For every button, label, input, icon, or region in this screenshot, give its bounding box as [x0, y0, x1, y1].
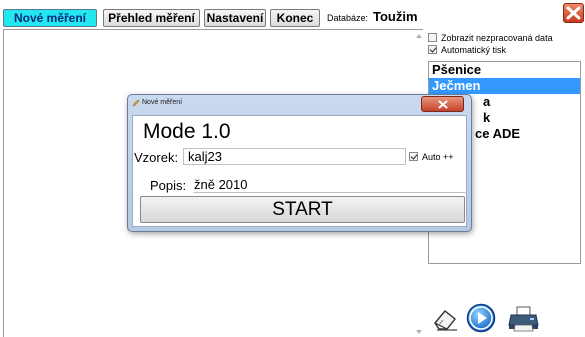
- measurement-overview-button[interactable]: Přehled měření: [103, 9, 200, 27]
- print-button[interactable]: [508, 303, 539, 333]
- auto-print-checkbox[interactable]: Automatický tisk: [428, 45, 506, 57]
- dialog-close-button[interactable]: [421, 96, 464, 112]
- clear-button[interactable]: [431, 303, 461, 333]
- show-unprocessed-checkbox[interactable]: Zobrazit nezpracovaná data: [428, 33, 553, 45]
- list-item[interactable]: Ječmen: [429, 78, 580, 94]
- feather-icon: [132, 99, 140, 107]
- mode-label: Mode 1.0: [143, 120, 231, 143]
- checkbox-icon[interactable]: [428, 45, 437, 54]
- printer-icon: [508, 306, 539, 332]
- auto-print-label: Automatický tisk: [441, 45, 507, 55]
- close-app-button[interactable]: [563, 3, 584, 23]
- toolbar: Nové měření Přehled měření Nastavení Kon…: [0, 0, 585, 30]
- dialog-body: Mode 1.0 Vzorek: kalj23 Auto ++ Popis: ž…: [132, 115, 467, 227]
- show-unprocessed-label: Zobrazit nezpracovaná data: [441, 33, 553, 43]
- checkbox-icon[interactable]: [428, 33, 437, 42]
- exit-button[interactable]: Konec: [270, 9, 320, 27]
- scroll-down-icon[interactable]: [416, 330, 422, 334]
- eraser-icon: [434, 310, 457, 331]
- start-button[interactable]: START: [140, 196, 465, 223]
- description-label: Popis:: [150, 178, 187, 193]
- database-value: Toužim: [373, 9, 418, 24]
- database-label: Databáze:: [327, 13, 369, 23]
- close-icon: [566, 6, 581, 20]
- close-icon: [438, 100, 448, 109]
- play-button[interactable]: [466, 303, 496, 333]
- sample-label: Vzorek:: [134, 150, 179, 165]
- auto-increment-label: Auto ++: [422, 152, 454, 162]
- new-measurement-dialog: Nové měření Mode 1.0 Vzorek: kalj23 Auto…: [127, 94, 472, 232]
- description-input[interactable]: žně 2010: [193, 176, 466, 193]
- play-icon: [466, 303, 496, 333]
- new-measurement-button[interactable]: Nové měření: [3, 9, 97, 27]
- sample-input[interactable]: kalj23: [183, 148, 406, 165]
- list-item[interactable]: Pšenice: [429, 62, 580, 78]
- auto-increment-checkbox[interactable]: Auto ++: [409, 152, 454, 162]
- scroll-up-icon[interactable]: [416, 34, 422, 38]
- checkbox-icon[interactable]: [409, 152, 418, 161]
- settings-button[interactable]: Nastavení: [204, 9, 266, 27]
- dialog-title: Nové měření: [142, 99, 183, 106]
